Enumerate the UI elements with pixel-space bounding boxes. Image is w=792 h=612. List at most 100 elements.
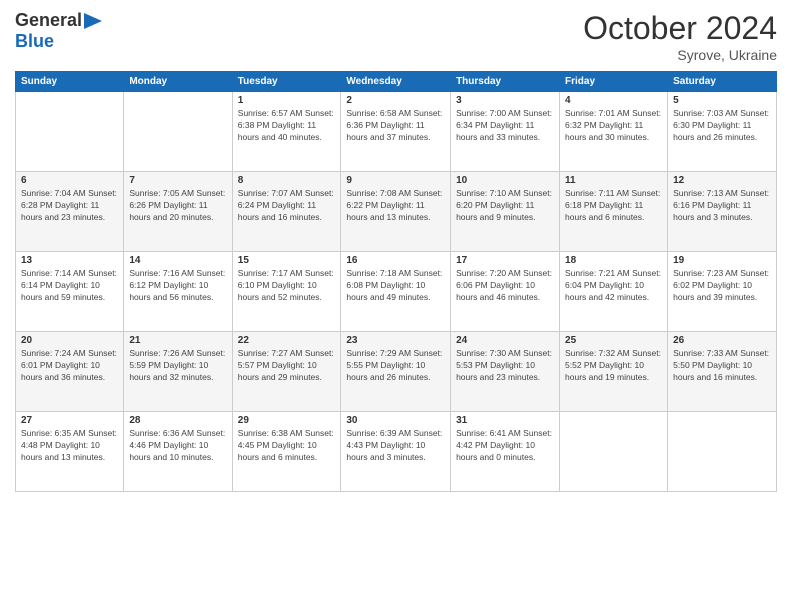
calendar-week-row: 13 Sunrise: 7:14 AM Sunset: 6:14 PM Dayli… — [16, 252, 777, 332]
day-info: Sunrise: 7:17 AM Sunset: 6:10 PM Dayligh… — [238, 268, 336, 304]
calendar-header-row: Sunday Monday Tuesday Wednesday Thursday… — [16, 72, 777, 92]
day-info: Sunrise: 7:14 AM Sunset: 6:14 PM Dayligh… — [21, 268, 118, 304]
col-sunday: Sunday — [16, 72, 124, 92]
table-row: 2 Sunrise: 6:58 AM Sunset: 6:36 PM Daylig… — [341, 92, 451, 172]
table-row: 21Sunrise: 7:26 AM Sunset: 5:59 PM Dayli… — [124, 332, 232, 412]
day-info: Sunrise: 7:01 AM Sunset: 6:32 PM Dayligh… — [565, 108, 662, 144]
col-monday: Monday — [124, 72, 232, 92]
calendar-week-row: 27 Sunrise: 6:35 AM Sunset: 4:48 PM Dayli… — [16, 412, 777, 492]
day-number: 13 — [21, 255, 118, 266]
day-number: 9 — [346, 175, 445, 186]
calendar-week-row: 1Sunrise: 6:57 AM Sunset: 6:38 PM Daylig… — [16, 92, 777, 172]
day-info: Sunrise: 6:36 AM Sunset: 4:46 PM Dayligh… — [129, 428, 226, 464]
month-title: October 2024 — [583, 10, 777, 47]
day-info: Sunrise: 7:03 AM Sunset: 6:30 PM Dayligh… — [673, 108, 771, 144]
day-info: Sunrise: 7:27 AM Sunset: 5:57 PM Dayligh… — [238, 348, 336, 384]
day-info: Sunrise: 7:24 AM Sunset: 6:01 PM Dayligh… — [21, 348, 118, 384]
day-number: 29 — [238, 415, 336, 426]
table-row: 30 Sunrise: 6:39 AM Sunset: 4:43 PM Dayli… — [341, 412, 451, 492]
day-info: Sunrise: 7:10 AM Sunset: 6:20 PM Dayligh… — [456, 188, 554, 224]
table-row: 6 Sunrise: 7:04 AM Sunset: 6:28 PM Daylig… — [16, 172, 124, 252]
day-number: 14 — [129, 255, 226, 266]
col-friday: Friday — [560, 72, 668, 92]
day-number: 19 — [673, 255, 771, 266]
day-info: Sunrise: 7:16 AM Sunset: 6:12 PM Dayligh… — [129, 268, 226, 304]
day-number: 11 — [565, 175, 662, 186]
table-row: 18 Sunrise: 7:21 AM Sunset: 6:04 PM Dayli… — [560, 252, 668, 332]
table-row: 16Sunrise: 7:18 AM Sunset: 6:08 PM Dayli… — [341, 252, 451, 332]
day-info: Sunrise: 7:04 AM Sunset: 6:28 PM Dayligh… — [21, 188, 118, 224]
table-row: 27 Sunrise: 6:35 AM Sunset: 4:48 PM Dayli… — [16, 412, 124, 492]
table-row: 28 Sunrise: 6:36 AM Sunset: 4:46 PM Dayli… — [124, 412, 232, 492]
day-number: 21 — [129, 335, 226, 346]
day-number: 16 — [346, 255, 445, 266]
day-number: 8 — [238, 175, 336, 186]
table-row: 24 Sunrise: 7:30 AM Sunset: 5:53 PM Dayli… — [451, 332, 560, 412]
day-number: 28 — [129, 415, 226, 426]
day-info: Sunrise: 6:41 AM Sunset: 4:42 PM Dayligh… — [456, 428, 554, 464]
col-wednesday: Wednesday — [341, 72, 451, 92]
table-row: 4 Sunrise: 7:01 AM Sunset: 6:32 PM Daylig… — [560, 92, 668, 172]
day-info: Sunrise: 7:21 AM Sunset: 6:04 PM Dayligh… — [565, 268, 662, 304]
day-number: 25 — [565, 335, 662, 346]
day-info: Sunrise: 7:33 AM Sunset: 5:50 PM Dayligh… — [673, 348, 771, 384]
day-number: 24 — [456, 335, 554, 346]
day-info: Sunrise: 7:13 AM Sunset: 6:16 PM Dayligh… — [673, 188, 771, 224]
day-number: 6 — [21, 175, 118, 186]
day-info: Sunrise: 7:07 AM Sunset: 6:24 PM Dayligh… — [238, 188, 336, 224]
table-row: 19Sunrise: 7:23 AM Sunset: 6:02 PM Dayli… — [668, 252, 777, 332]
day-number: 2 — [346, 95, 445, 106]
day-number: 10 — [456, 175, 554, 186]
table-row: 15 Sunrise: 7:17 AM Sunset: 6:10 PM Dayli… — [232, 252, 341, 332]
location: Syrove, Ukraine — [583, 47, 777, 63]
table-row: 1Sunrise: 6:57 AM Sunset: 6:38 PM Daylig… — [232, 92, 341, 172]
table-row: 10 Sunrise: 7:10 AM Sunset: 6:20 PM Dayli… — [451, 172, 560, 252]
day-number: 1 — [238, 95, 336, 106]
logo-blue: Blue — [15, 31, 54, 51]
table-row — [16, 92, 124, 172]
table-row — [124, 92, 232, 172]
day-number: 15 — [238, 255, 336, 266]
day-info: Sunrise: 7:08 AM Sunset: 6:22 PM Dayligh… — [346, 188, 445, 224]
day-number: 18 — [565, 255, 662, 266]
day-number: 30 — [346, 415, 445, 426]
day-info: Sunrise: 6:35 AM Sunset: 4:48 PM Dayligh… — [21, 428, 118, 464]
logo: General Blue — [15, 10, 104, 52]
day-number: 12 — [673, 175, 771, 186]
day-number: 23 — [346, 335, 445, 346]
header: General Blue October 2024 Syrove, Ukrain… — [15, 10, 777, 63]
day-number: 7 — [129, 175, 226, 186]
calendar-table: Sunday Monday Tuesday Wednesday Thursday… — [15, 71, 777, 492]
day-number: 5 — [673, 95, 771, 106]
table-row: 11Sunrise: 7:11 AM Sunset: 6:18 PM Dayli… — [560, 172, 668, 252]
day-info: Sunrise: 6:58 AM Sunset: 6:36 PM Dayligh… — [346, 108, 445, 144]
table-row: 17 Sunrise: 7:20 AM Sunset: 6:06 PM Dayli… — [451, 252, 560, 332]
day-info: Sunrise: 7:20 AM Sunset: 6:06 PM Dayligh… — [456, 268, 554, 304]
day-number: 27 — [21, 415, 118, 426]
page: General Blue October 2024 Syrove, Ukrain… — [0, 0, 792, 612]
day-number: 4 — [565, 95, 662, 106]
table-row: 7 Sunrise: 7:05 AM Sunset: 6:26 PM Daylig… — [124, 172, 232, 252]
table-row: 9 Sunrise: 7:08 AM Sunset: 6:22 PM Daylig… — [341, 172, 451, 252]
table-row: 14 Sunrise: 7:16 AM Sunset: 6:12 PM Dayli… — [124, 252, 232, 332]
day-info: Sunrise: 6:38 AM Sunset: 4:45 PM Dayligh… — [238, 428, 336, 464]
day-number: 22 — [238, 335, 336, 346]
table-row: 20 Sunrise: 7:24 AM Sunset: 6:01 PM Dayli… — [16, 332, 124, 412]
day-number: 17 — [456, 255, 554, 266]
col-thursday: Thursday — [451, 72, 560, 92]
table-row: 23Sunrise: 7:29 AM Sunset: 5:55 PM Dayli… — [341, 332, 451, 412]
day-info: Sunrise: 6:39 AM Sunset: 4:43 PM Dayligh… — [346, 428, 445, 464]
table-row: 29 Sunrise: 6:38 AM Sunset: 4:45 PM Dayli… — [232, 412, 341, 492]
logo-general: General — [15, 10, 82, 31]
col-saturday: Saturday — [668, 72, 777, 92]
table-row: 8 Sunrise: 7:07 AM Sunset: 6:24 PM Daylig… — [232, 172, 341, 252]
table-row: 26 Sunrise: 7:33 AM Sunset: 5:50 PM Dayli… — [668, 332, 777, 412]
day-number: 26 — [673, 335, 771, 346]
table-row: 5 Sunrise: 7:03 AM Sunset: 6:30 PM Daylig… — [668, 92, 777, 172]
day-number: 20 — [21, 335, 118, 346]
calendar-week-row: 20 Sunrise: 7:24 AM Sunset: 6:01 PM Dayli… — [16, 332, 777, 412]
logo-arrow-icon — [82, 11, 104, 31]
day-number: 3 — [456, 95, 554, 106]
day-info: Sunrise: 7:30 AM Sunset: 5:53 PM Dayligh… — [456, 348, 554, 384]
day-info: Sunrise: 7:05 AM Sunset: 6:26 PM Dayligh… — [129, 188, 226, 224]
